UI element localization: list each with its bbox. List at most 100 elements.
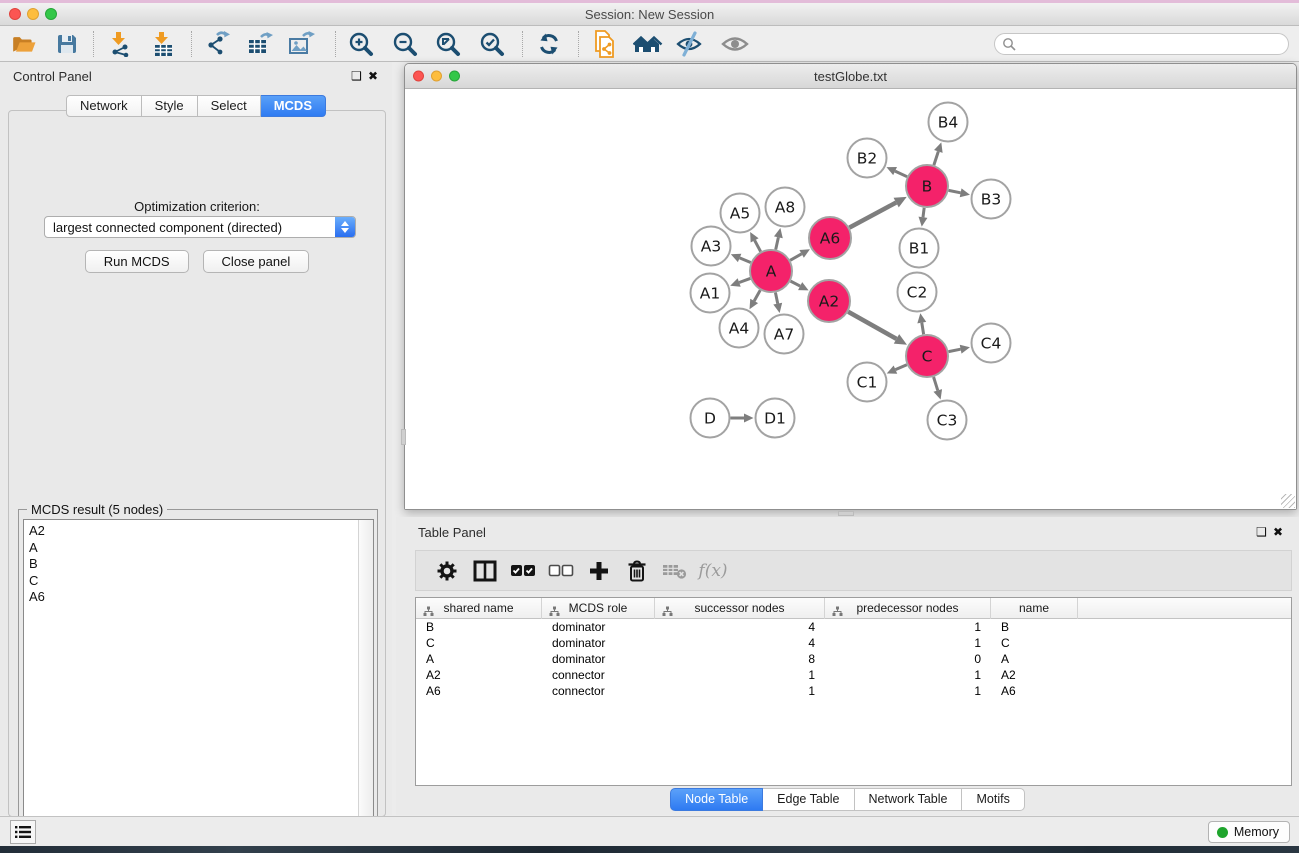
mcds-result-item[interactable]: C [29,573,373,590]
graph-edge-A6-B[interactable] [849,203,896,228]
graph-node-C[interactable]: C [906,335,948,377]
table-row-B[interactable]: Bdominator41B [416,619,1291,635]
export-table-icon[interactable] [245,30,275,58]
tab-select[interactable]: Select [198,95,261,117]
float-panel-icon[interactable]: ❑ [351,69,368,83]
clone-network-icon[interactable] [590,30,620,58]
graph-node-C1[interactable]: C1 [848,363,887,402]
close-table-panel-icon[interactable]: ✖ [1273,525,1289,539]
network-canvas[interactable]: B4B2BB3A5A8A6A3AB1A1C2A4A7A2CC4C1C3DD1 [405,90,1296,509]
split-panel-icon[interactable] [466,556,504,586]
delete-table-icon[interactable] [656,556,694,586]
graph-edge-A-A6[interactable] [790,254,801,260]
graph-node-C4[interactable]: C4 [972,324,1011,363]
mcds-result-item[interactable]: A6 [29,589,373,606]
import-network-icon[interactable] [105,30,135,58]
task-history-button[interactable] [10,820,36,844]
graph-node-A3[interactable]: A3 [692,227,731,266]
search-input[interactable] [994,33,1289,55]
graph-node-D[interactable]: D [691,399,730,438]
graph-edge-A-A3[interactable] [740,258,751,263]
zoom-out-icon[interactable] [390,30,420,58]
network-window-titlebar[interactable]: testGlobe.txt [405,64,1296,89]
splitter-collapse-handle[interactable] [401,429,406,445]
select-all-icon[interactable] [504,556,542,586]
save-session-icon[interactable] [52,30,82,58]
graph-edge-C-C2[interactable] [922,323,924,335]
refresh-icon[interactable] [534,30,564,58]
deselect-all-icon[interactable] [542,556,580,586]
graph-node-A8[interactable]: A8 [766,188,805,227]
zoom-fit-icon[interactable] [433,30,463,58]
graph-node-A6[interactable]: A6 [809,217,851,259]
graph-edge-C-C4[interactable] [949,349,961,351]
first-neighbors-icon[interactable] [633,30,663,58]
graph-node-C3[interactable]: C3 [928,401,967,440]
tab-node-table[interactable]: Node Table [670,788,763,811]
export-image-icon[interactable] [287,30,317,58]
add-column-plus-icon[interactable] [580,556,618,586]
main-titlebar[interactable]: Session: New Session [0,3,1299,26]
graph-node-A[interactable]: A [750,250,792,292]
graph-edge-A-A4[interactable] [754,290,760,301]
memory-button[interactable]: Memory [1208,821,1290,843]
graph-node-A7[interactable]: A7 [765,315,804,354]
mcds-list-scrollbar[interactable] [358,520,373,838]
column-header-successor-nodes[interactable]: successor nodes [655,598,825,619]
tab-network-table[interactable]: Network Table [855,788,963,811]
graph-edge-B-B2[interactable] [895,171,907,177]
graph-edge-A-A1[interactable] [739,278,750,282]
column-header-name[interactable]: name [991,598,1078,619]
delete-columns-trash-icon[interactable] [618,556,656,586]
graph-node-A4[interactable]: A4 [720,309,759,348]
tab-edge-table[interactable]: Edge Table [763,788,854,811]
graph-node-B[interactable]: B [906,165,948,207]
mcds-result-item[interactable]: A2 [29,523,373,540]
window-resize-grip[interactable] [1281,494,1295,508]
graph-edge-A-A8[interactable] [776,237,779,249]
export-network-icon[interactable] [203,30,233,58]
network-graph[interactable]: B4B2BB3A5A8A6A3AB1A1C2A4A7A2CC4C1C3DD1 [405,90,1296,509]
import-table-icon[interactable] [148,30,178,58]
open-session-icon[interactable] [9,30,39,58]
close-panel-button[interactable]: Close panel [203,250,310,273]
graph-edge-B-B4[interactable] [934,151,938,165]
optimization-criterion-select[interactable]: largest connected component (directed) [44,216,356,238]
table-row-C[interactable]: Cdominator41C [416,635,1291,651]
close-panel-icon[interactable]: ✖ [368,69,384,83]
tab-style[interactable]: Style [142,95,198,117]
tab-motifs[interactable]: Motifs [962,788,1024,811]
graph-node-D1[interactable]: D1 [756,399,795,438]
function-builder-icon[interactable]: f(x) [694,556,732,586]
column-header-predecessor-nodes[interactable]: predecessor nodes [825,598,991,619]
graph-edge-B-B1[interactable] [923,208,924,217]
show-all-eye-icon[interactable] [720,30,750,58]
graph-edge-B-B3[interactable] [949,190,961,192]
graph-edge-A-A5[interactable] [755,240,761,251]
zoom-in-icon[interactable] [346,30,376,58]
graph-edge-A-A7[interactable] [775,293,777,304]
horizontal-splitter-handle[interactable] [838,511,854,516]
hide-selected-eye-icon[interactable] [674,30,704,58]
table-row-A6[interactable]: A6connector11A6 [416,683,1291,699]
graph-node-B4[interactable]: B4 [929,103,968,142]
graph-node-A5[interactable]: A5 [721,194,760,233]
float-table-panel-icon[interactable]: ❑ [1256,525,1273,539]
graph-edge-C-C3[interactable] [934,377,938,390]
graph-edge-A-A2[interactable] [791,281,801,286]
graph-node-C2[interactable]: C2 [898,273,937,312]
table-settings-gear-icon[interactable] [428,556,466,586]
mcds-result-item[interactable]: B [29,556,373,573]
graph-node-B2[interactable]: B2 [848,139,887,178]
graph-node-B3[interactable]: B3 [972,180,1011,219]
table-row-A[interactable]: Adominator80A [416,651,1291,667]
tab-mcds[interactable]: MCDS [261,95,326,117]
column-header-MCDS-role[interactable]: MCDS role [542,598,655,619]
graph-node-A2[interactable]: A2 [808,280,850,322]
tab-network[interactable]: Network [66,95,142,117]
mcds-result-list[interactable]: A2ABCA6 [23,519,374,839]
run-mcds-button[interactable]: Run MCDS [85,250,189,273]
mcds-result-item[interactable]: A [29,540,373,557]
graph-edge-A2-C[interactable] [848,312,896,339]
table-row-A2[interactable]: A2connector11A2 [416,667,1291,683]
